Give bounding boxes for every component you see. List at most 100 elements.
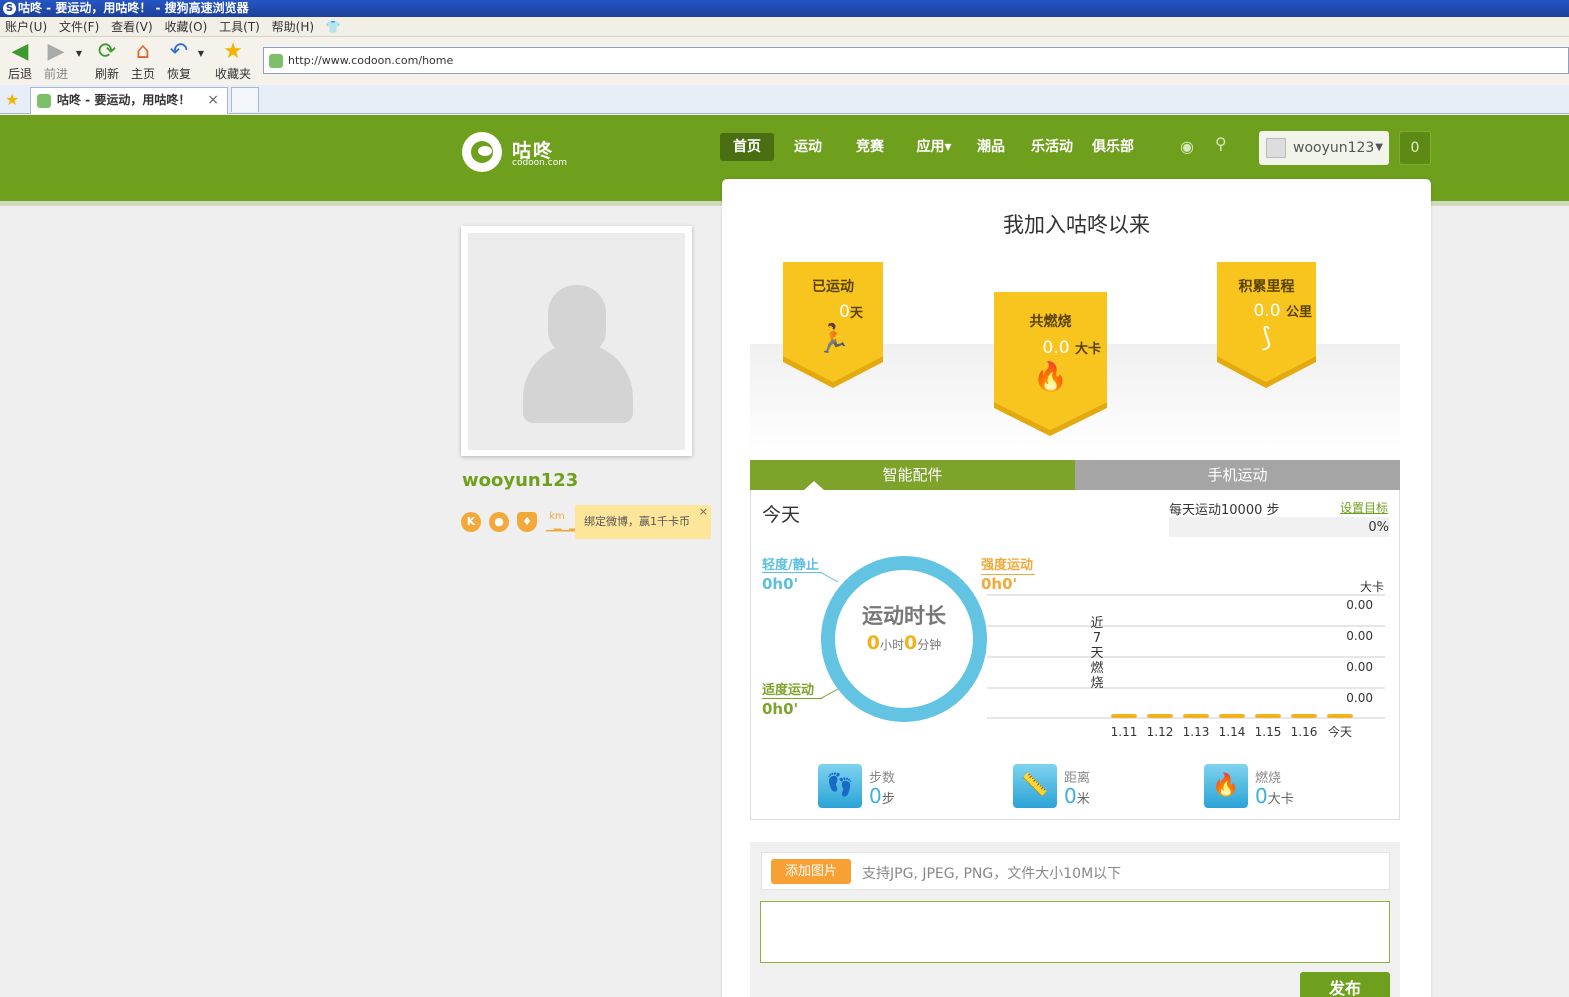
chart-bar [1219,714,1245,718]
user-menu[interactable]: wooyun123 ▼ [1259,131,1389,165]
logo-subtext: codoon.com [512,158,567,168]
star-icon: ★ [223,39,243,64]
banner-distance: 积累里程 0.0 公里 ⟆ [1217,276,1316,353]
chart-title: 近7天燃烧 [1090,616,1104,691]
search-icon[interactable]: ⚲ [1215,134,1227,153]
menu-account[interactable]: 账户(U) [5,20,47,34]
nav-apps[interactable]: 应用▾ [908,133,960,161]
location-pin-icon[interactable]: ● [489,512,509,532]
user-avatar [1266,138,1286,158]
moderate-activity-value: 0h0' [762,700,799,718]
favorites-star-icon[interactable]: ★ [5,90,19,109]
tab-close-icon[interactable]: × [207,88,219,113]
flame-icon: 🔥 [1033,360,1068,393]
new-tab-button[interactable] [231,87,259,112]
menu-view[interactable]: 查看(V) [111,20,153,34]
goal-progress-percent: 0% [1368,520,1389,535]
weibo-tip-close-icon[interactable]: × [699,495,708,529]
chart-x-tick: 1.11 [1111,725,1138,739]
chart-x-tick: 今天 [1328,724,1352,739]
menu-favorites[interactable]: 收藏(O) [165,20,208,34]
chart-bar [1291,714,1317,718]
burned-label: 共燃烧 [1029,314,1072,330]
activity-tabs: 智能配件 手机运动 [750,460,1400,490]
distance-stat-value: 0米 [1064,784,1090,808]
moderate-connector [820,688,839,700]
tab-phone-sports[interactable]: 手机运动 [1075,460,1400,490]
moderate-underline [762,698,822,699]
profile-username[interactable]: wooyun123 [462,470,578,491]
footprints-icon: 👣 [818,764,862,808]
weibo-tip-text: 绑定微博，赢1千卡币 [584,515,690,528]
km-ruler-icon[interactable]: km ▁▂▁▂ [546,512,577,532]
chart-x-tick: 1.16 [1291,725,1318,739]
forward-dropdown[interactable]: ▼ [72,49,86,58]
chart-unit-label: 大卡 [1360,580,1385,594]
chart-y-tick: 0.00 [1346,691,1373,705]
set-goal-link[interactable]: 设置目标 [1340,499,1388,516]
forward-arrow-icon: ▶ [47,39,65,64]
distance-unit: 公里 [1285,305,1312,320]
back-arrow-icon: ◀ [11,39,29,64]
road-icon: ⟆ [1261,323,1272,353]
nav-races[interactable]: 竞赛 [846,133,894,161]
tab-notch [803,481,825,491]
menu-help[interactable]: 帮助(H) [272,20,314,34]
menu-bar: 账户(U) 文件(F) 查看(V) 收藏(O) 工具(T) 帮助(H) 👕 [0,17,1569,37]
chart-y-tick: 0.00 [1346,629,1373,643]
forward-button[interactable]: ▶ 前进 [39,40,73,82]
message-count[interactable]: 0 [1399,131,1431,165]
menu-file[interactable]: 文件(F) [59,20,99,34]
profile-avatar[interactable] [461,226,692,456]
back-button[interactable]: ◀ 后退 [3,40,37,82]
skin-icon[interactable]: 👕 [326,20,341,34]
duration-ring-value: 0小时0分钟 [866,632,942,654]
codoon-logo-icon[interactable] [462,132,502,172]
exercised-label: 已运动 [812,279,854,295]
nav-home[interactable]: 首页 [720,133,774,161]
summary-title: 我加入咕咚以来 [1003,213,1150,237]
daily-goal-text: 每天运动10000 步 [1169,503,1280,518]
favorites-button[interactable]: ★ 收藏夹 [212,40,254,82]
nav-events[interactable]: 乐活动 [1026,133,1078,161]
chart-bar [1327,714,1353,718]
home-button[interactable]: ⌂ 主页 [126,40,160,82]
address-url: http://www.codoon.com/home [288,54,454,67]
chart-bar [1255,714,1281,718]
banner-burned: 共燃烧 0.0 大卡 🔥 [994,311,1107,394]
add-image-button[interactable]: 添加图片 [771,859,851,884]
burned-value: 0.0 [1042,338,1070,358]
shield-icon[interactable]: ♦ [517,512,537,532]
restore-dropdown[interactable]: ▼ [194,49,208,58]
banner-exercised: 已运动 0天 🏃 [783,276,883,354]
eye-icon[interactable]: ◉ [1180,137,1194,156]
burn-chart: 0.00 0.00 0.00 0.00 1.11 1.12 1.13 1.14 1.15 1.16… [987,594,1385,739]
chart-x-tick: 1.13 [1183,725,1210,739]
ruler-icon: 📏 [1013,764,1057,808]
chart-bar [1183,714,1209,718]
refresh-icon: ⟳ [97,39,117,64]
nav-gear[interactable]: 潮品 [969,133,1013,161]
address-bar[interactable]: http://www.codoon.com/home [263,47,1569,74]
nav-clubs[interactable]: 俱乐部 [1087,133,1139,161]
fire-icon: 🔥 [1204,764,1248,808]
nav-sports[interactable]: 运动 [784,133,832,161]
site-favicon-icon [269,54,283,68]
tab-codoon[interactable]: 咕咚 - 要运动，用咕咚！ × [30,87,228,114]
chart-x-tick: 1.15 [1255,725,1282,739]
distance-label: 积累里程 [1238,279,1295,295]
restore-button[interactable]: ↶ 恢复 [162,40,196,82]
refresh-button[interactable]: ⟳ 刷新 [90,40,124,82]
tab-smart-device[interactable]: 智能配件 [750,460,1075,490]
chevron-down-icon: ▼ [1375,142,1383,153]
publish-button[interactable]: 发布 [1300,972,1390,997]
tab-favicon-icon [37,94,51,108]
k-badge-icon[interactable]: K [461,512,481,532]
post-text-input[interactable] [760,901,1390,963]
weibo-bind-tip[interactable]: 绑定微博，赢1千卡币 × [575,505,711,539]
exercised-value: 0 [839,302,850,322]
exercised-unit: 天 [849,306,863,321]
undo-icon: ↶ [169,39,189,64]
chart-y-tick: 0.00 [1346,598,1373,612]
menu-tools[interactable]: 工具(T) [219,20,260,34]
